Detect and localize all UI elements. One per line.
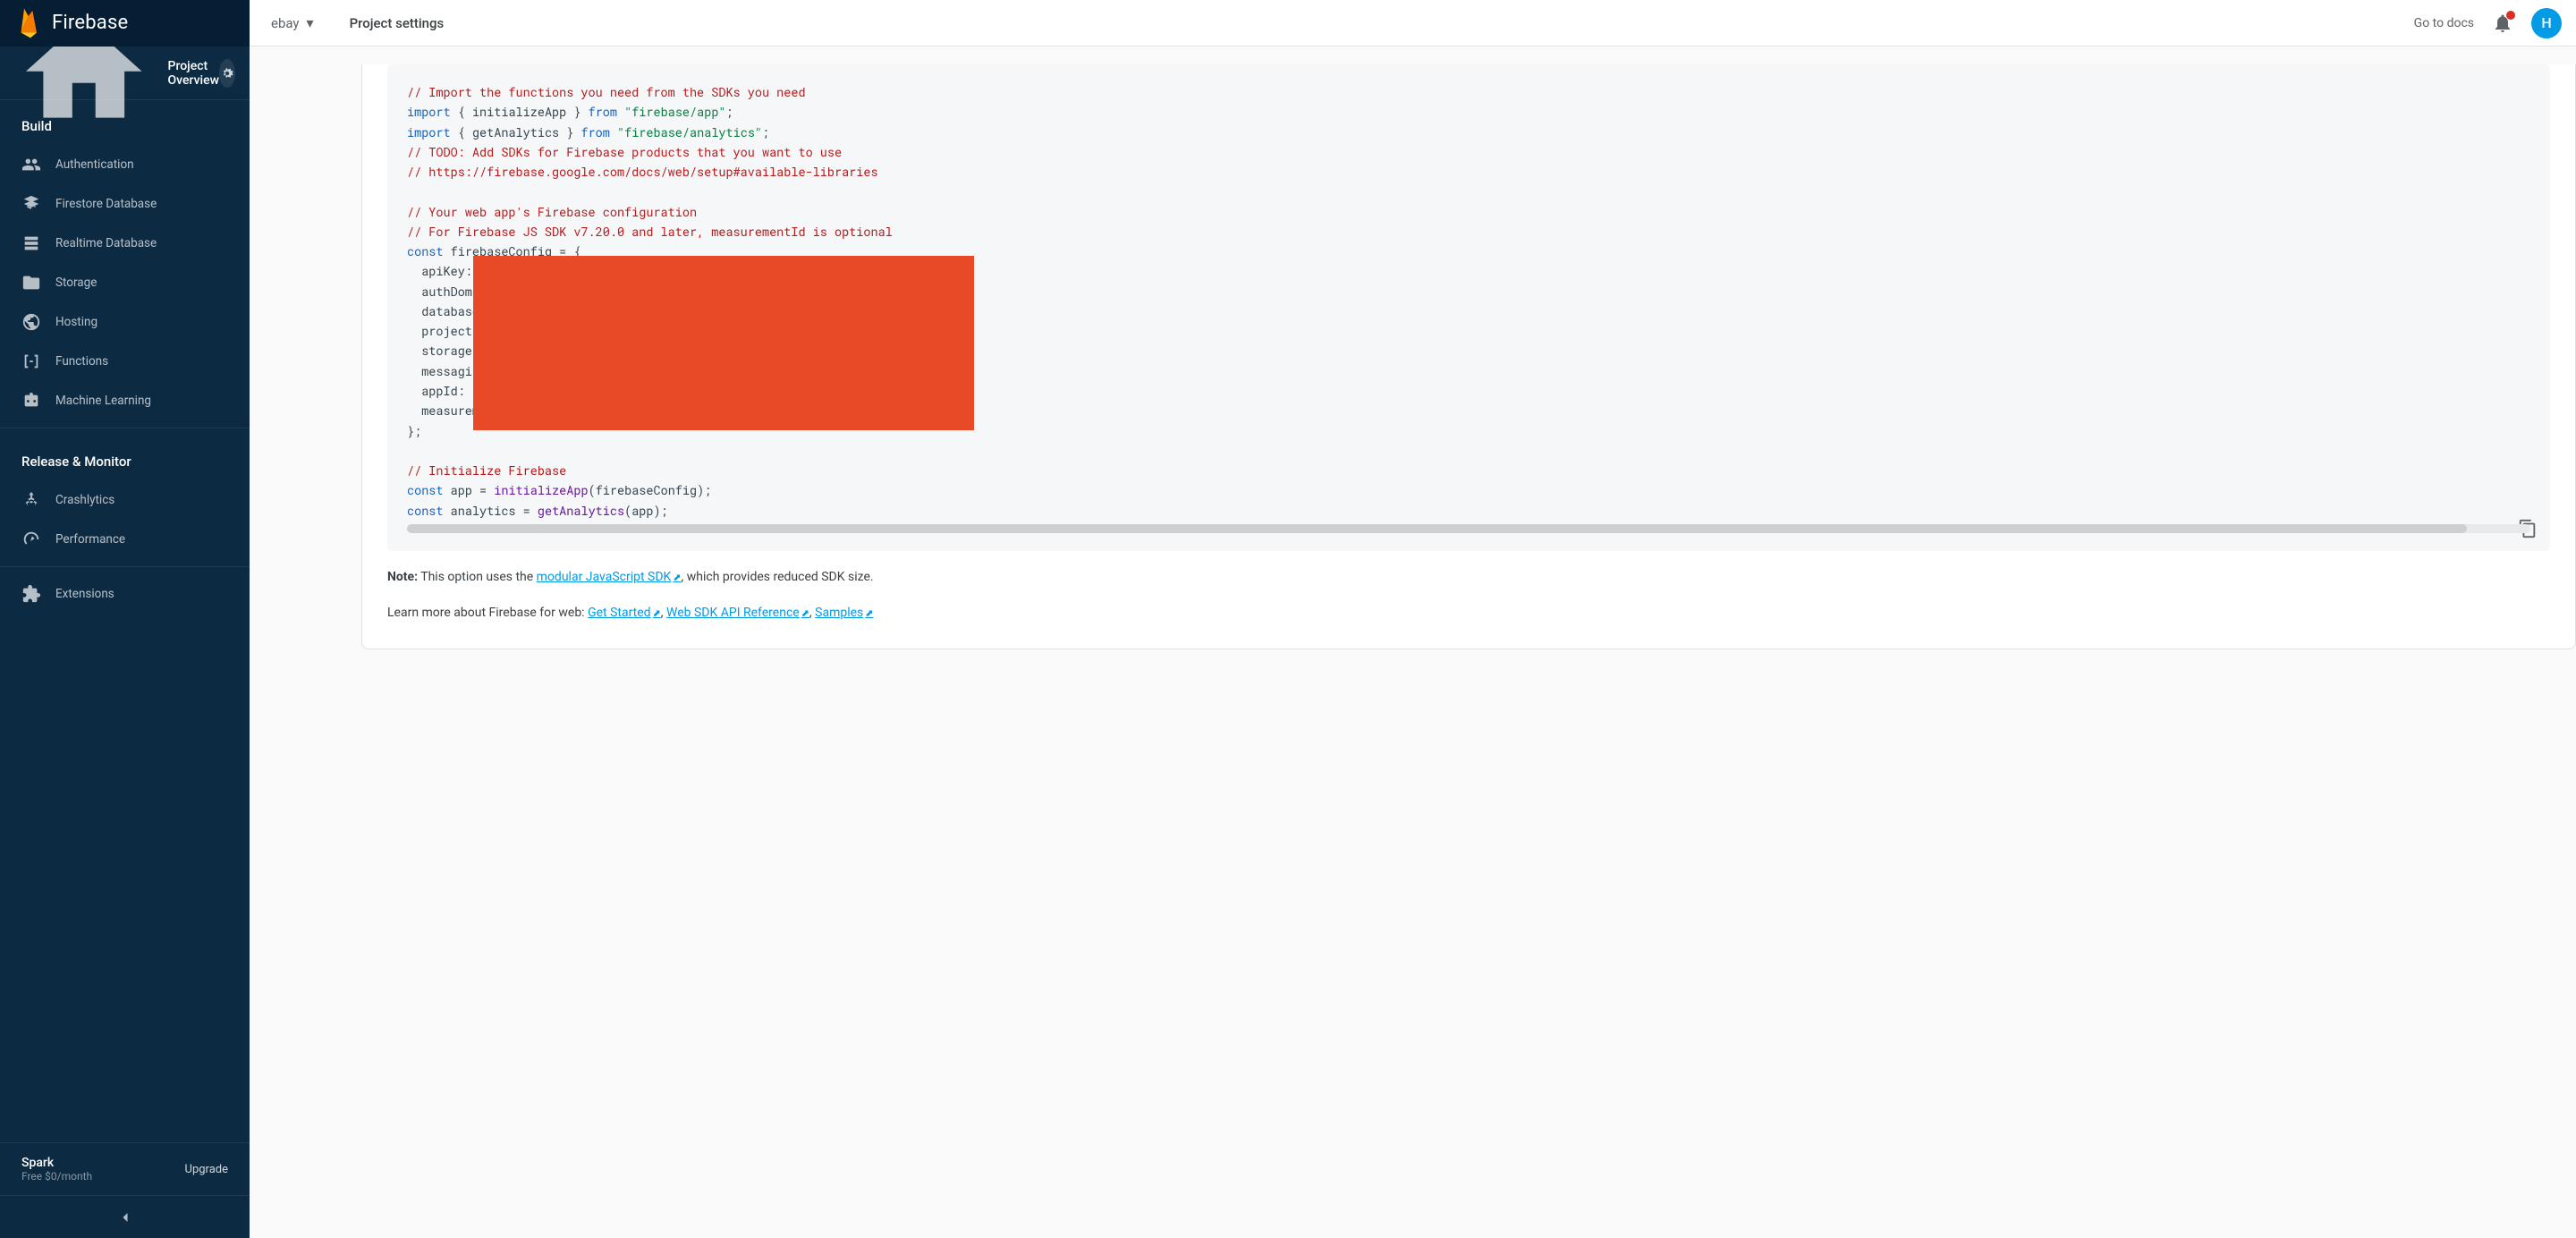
- collapse-sidebar-button[interactable]: [0, 1195, 250, 1238]
- settings-card: // Import the functions you need from th…: [361, 64, 2576, 649]
- sidebar-item-realtime-db[interactable]: Realtime Database: [0, 224, 250, 263]
- sidebar-item-functions[interactable]: Functions: [0, 342, 250, 381]
- horizontal-scrollbar[interactable]: [407, 524, 2530, 533]
- project-name: ebay: [271, 15, 300, 31]
- logo-area[interactable]: Firebase: [0, 0, 250, 47]
- sidebar: Project Overview Build Authentication Fi…: [0, 47, 250, 1238]
- samples-link[interactable]: Samples⬈: [815, 606, 873, 620]
- get-started-link[interactable]: Get Started⬈: [588, 606, 661, 620]
- robot-icon: [21, 391, 41, 411]
- project-selector[interactable]: ebay ▾: [271, 14, 314, 31]
- sidebar-item-label: Realtime Database: [55, 236, 157, 250]
- sidebar-item-label: Functions: [55, 354, 108, 369]
- sidebar-item-crashlytics[interactable]: Crashlytics: [0, 480, 250, 520]
- avatar[interactable]: H: [2531, 8, 2562, 38]
- sidebar-item-label: Crashlytics: [55, 493, 114, 507]
- crashlytics-icon: [21, 490, 41, 510]
- external-link-icon: ⬈: [653, 607, 661, 619]
- sidebar-item-firestore[interactable]: Firestore Database: [0, 184, 250, 224]
- sidebar-item-extensions[interactable]: Extensions: [0, 574, 250, 614]
- sidebar-item-hosting[interactable]: Hosting: [0, 302, 250, 342]
- sidebar-item-authentication[interactable]: Authentication: [0, 145, 250, 184]
- top-bar: Firebase ebay ▾ Project settings Go to d…: [0, 0, 2576, 47]
- note-text: Note: This option uses the modular JavaS…: [387, 567, 2550, 587]
- sidebar-item-label: Machine Learning: [55, 394, 151, 408]
- web-sdk-ref-link[interactable]: Web SDK API Reference⬈: [666, 606, 809, 620]
- notification-dot-icon: [2506, 11, 2515, 20]
- sidebar-item-label: Storage: [55, 276, 97, 290]
- settings-button[interactable]: [219, 59, 235, 88]
- globe-icon: [21, 312, 41, 332]
- redacted-block: [473, 256, 974, 430]
- firestore-icon: [21, 194, 41, 214]
- sidebar-item-label: Authentication: [55, 157, 134, 172]
- upgrade-button[interactable]: Upgrade: [185, 1163, 228, 1176]
- chevron-down-icon: ▾: [307, 14, 314, 31]
- page-title: Project settings: [350, 15, 445, 31]
- functions-icon: [21, 352, 41, 371]
- database-icon: [21, 233, 41, 253]
- notifications-button[interactable]: [2492, 13, 2513, 34]
- plan-row: Spark Free $0/month Upgrade: [0, 1143, 250, 1195]
- docs-link[interactable]: Go to docs: [2414, 16, 2474, 30]
- sidebar-section-release: Release & Monitor: [0, 436, 250, 480]
- main-content: // Import the functions you need from th…: [250, 47, 2576, 1238]
- brand-text: Firebase: [52, 12, 128, 34]
- sidebar-item-performance[interactable]: Performance: [0, 520, 250, 559]
- sidebar-item-label: Hosting: [55, 315, 97, 329]
- people-icon: [21, 155, 41, 174]
- plan-price: Free $0/month: [21, 1170, 92, 1183]
- external-link-icon: ⬈: [865, 607, 873, 619]
- sidebar-item-ml[interactable]: Machine Learning: [0, 381, 250, 420]
- sidebar-item-label: Firestore Database: [55, 197, 157, 211]
- speedometer-icon: [21, 530, 41, 549]
- plan-name: Spark: [21, 1156, 92, 1170]
- gear-icon: [219, 65, 235, 81]
- sidebar-item-label: Extensions: [55, 587, 114, 601]
- extension-icon: [21, 584, 41, 604]
- modular-sdk-link[interactable]: modular JavaScript SDK⬈: [537, 570, 682, 584]
- sidebar-item-overview[interactable]: Project Overview: [0, 47, 250, 100]
- sidebar-item-storage[interactable]: Storage: [0, 263, 250, 302]
- folder-icon: [21, 273, 41, 293]
- chevron-left-icon: [116, 1208, 134, 1226]
- sidebar-item-label: Performance: [55, 532, 125, 547]
- code-snippet: // Import the functions you need from th…: [387, 64, 2550, 551]
- sidebar-item-label: Project Overview: [168, 59, 219, 88]
- external-link-icon: ⬈: [801, 607, 809, 619]
- learn-more-text: Learn more about Firebase for web: Get S…: [387, 603, 2550, 623]
- external-link-icon: ⬈: [673, 572, 681, 583]
- firebase-logo-icon: [18, 6, 43, 40]
